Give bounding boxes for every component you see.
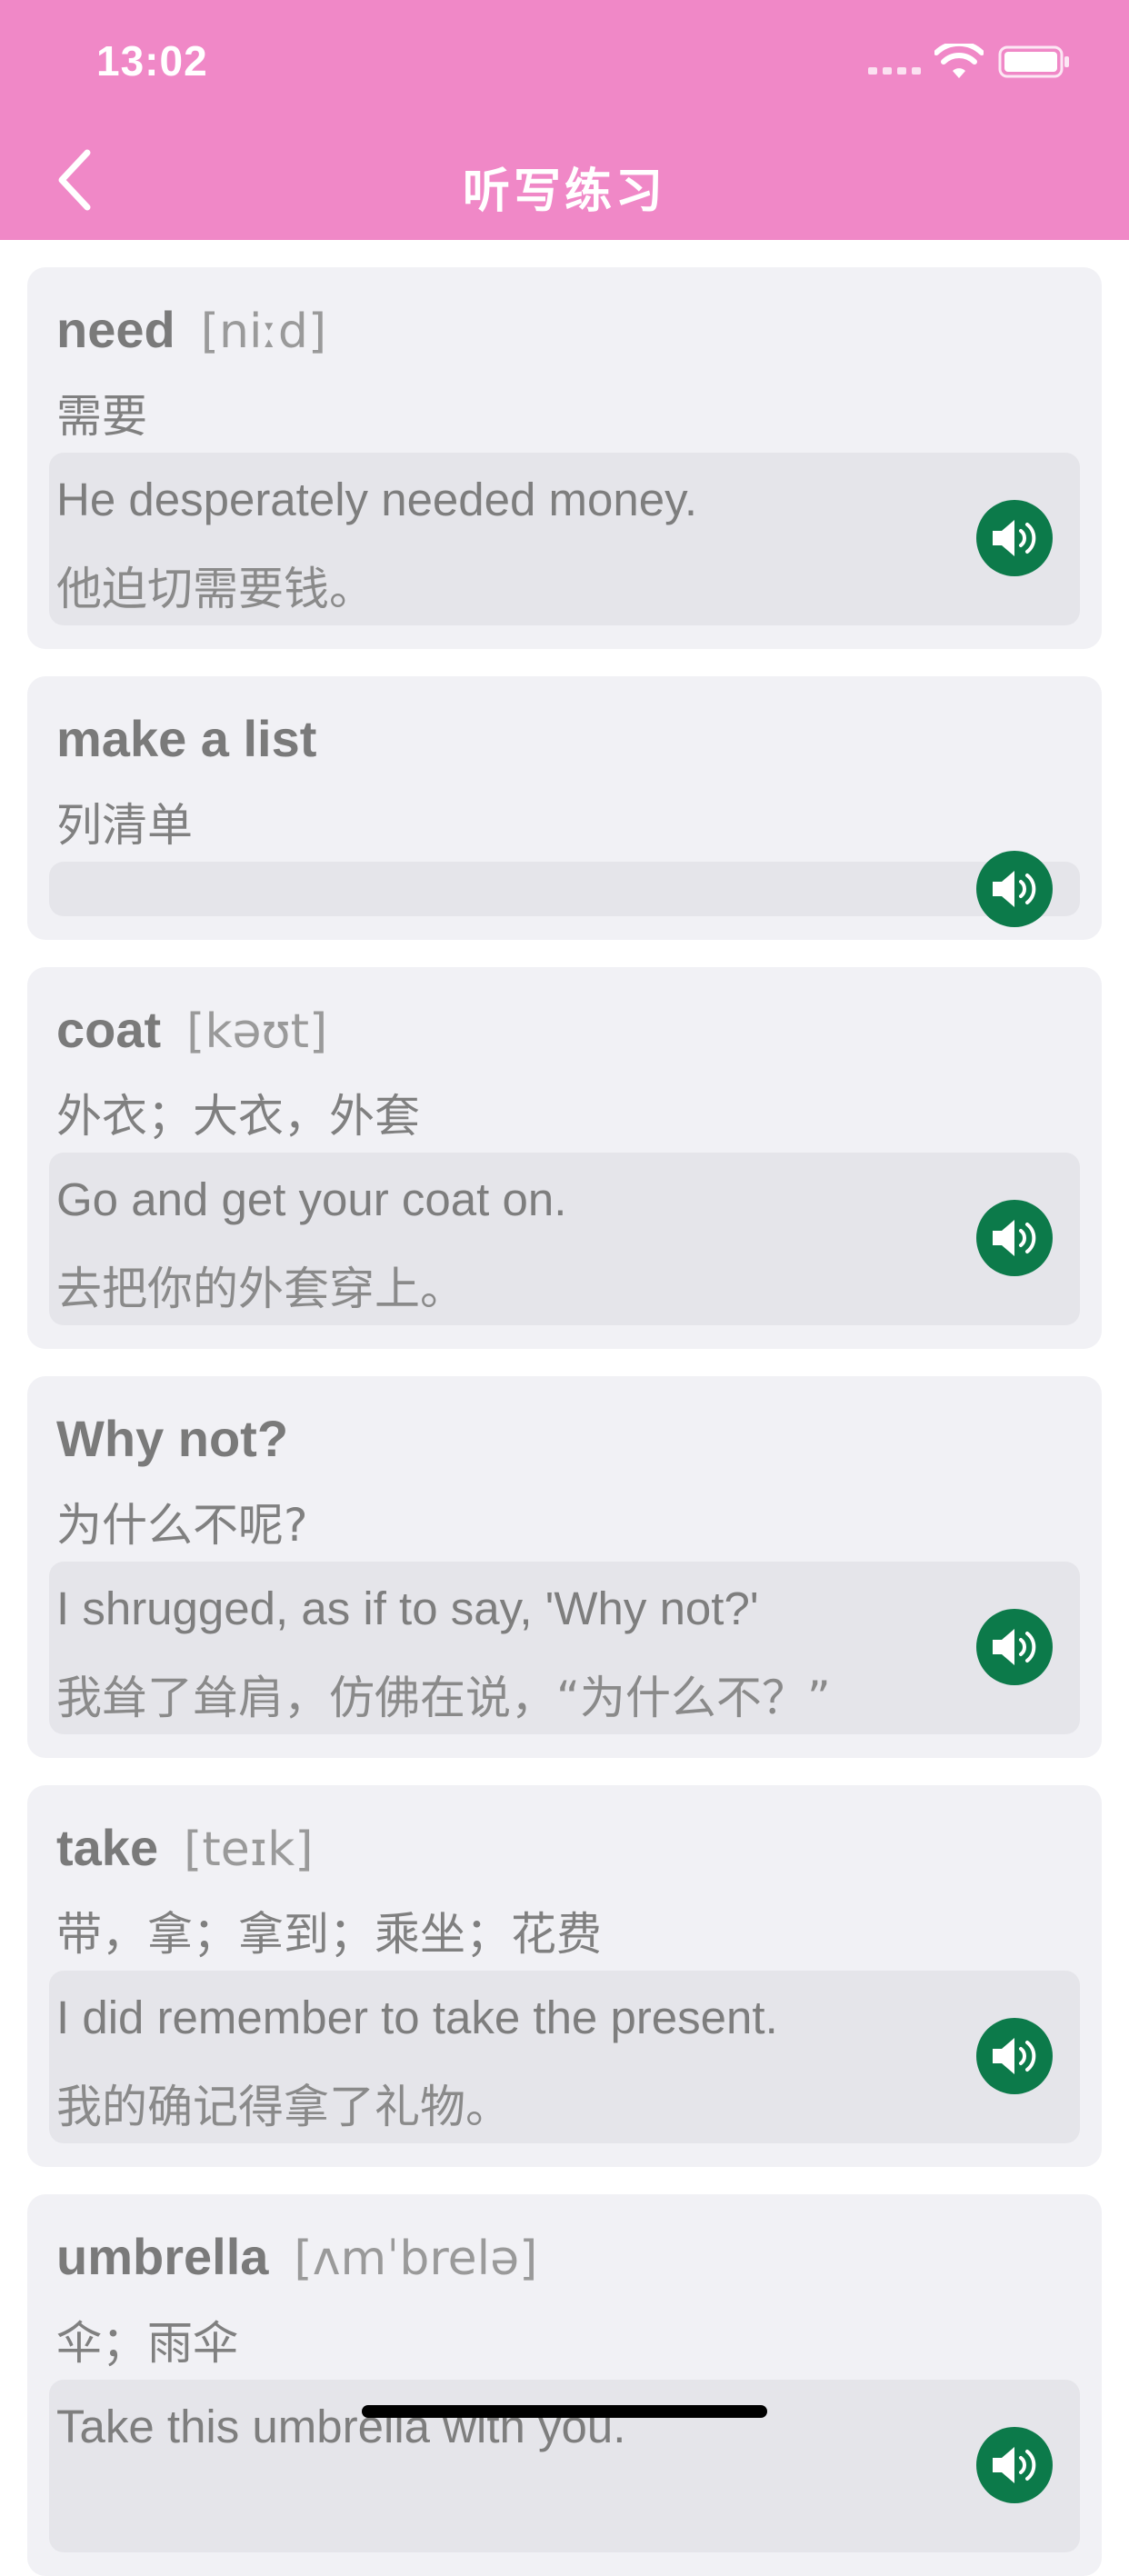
battery-icon (998, 45, 1069, 78)
word-line: take [teɪk] (56, 1818, 313, 1877)
word-card[interactable]: need [niːd] 需要 He desperately needed mon… (27, 267, 1102, 649)
example-chinese: 我耸了耸肩，仿佛在说，“为什么不？” (56, 1672, 831, 1724)
speaker-icon (993, 520, 1036, 556)
speaker-icon (993, 2447, 1036, 2483)
word-text: umbrella (56, 2228, 269, 2285)
play-audio-button[interactable] (976, 851, 1053, 927)
word-text: need (56, 301, 175, 358)
speaker-icon (993, 1629, 1036, 1665)
header-bar: 13:02 听写练习 (0, 0, 1129, 240)
word-meaning: 外衣；大衣，外套 (56, 1090, 420, 1143)
play-audio-button[interactable] (976, 1200, 1053, 1276)
word-meaning: 为什么不呢? (56, 1499, 308, 1552)
word-line: Why not? (56, 1409, 288, 1468)
example-english: I did remember to take the present. (56, 1992, 778, 2043)
phonetic-text: [niːd] (200, 305, 327, 359)
phonetic-text: [teɪk] (184, 1822, 314, 1877)
play-audio-button[interactable] (976, 500, 1053, 576)
play-audio-button[interactable] (976, 2018, 1053, 2094)
speaker-icon (993, 871, 1036, 907)
phonetic-text: [ʌmˈbrelə] (294, 2232, 538, 2286)
wifi-icon (934, 44, 984, 78)
home-indicator[interactable] (362, 2405, 767, 2418)
status-time: 13:02 (96, 37, 208, 85)
word-text: take (56, 1819, 159, 1876)
example-box (49, 862, 1080, 916)
word-text: Why not? (56, 1410, 289, 1467)
example-box: I shrugged, as if to say, 'Why not?' 我耸了… (49, 1562, 1080, 1734)
word-card[interactable]: take [teɪk] 带，拿；拿到；乘坐；花费 I did remember … (27, 1785, 1102, 2167)
word-meaning: 伞；雨伞 (56, 2317, 238, 2370)
word-card[interactable]: make a list 列清单 (27, 676, 1102, 940)
word-card[interactable]: umbrella [ʌmˈbrelə] 伞；雨伞 Take this umbre… (27, 2194, 1102, 2576)
page-title: 听写练习 (462, 165, 666, 218)
example-box: I did remember to take the present. 我的确记… (49, 1971, 1080, 2143)
word-line: make a list (56, 709, 316, 768)
phonetic-text: [kəʊt] (186, 1004, 328, 1059)
example-english: He desperately needed money. (56, 474, 698, 525)
play-audio-button[interactable] (976, 2427, 1053, 2503)
example-chinese: 他迫切需要钱。 (56, 563, 375, 615)
example-english: I shrugged, as if to say, 'Why not?' (56, 1583, 759, 1634)
example-english: Go and get your coat on. (56, 1173, 567, 1225)
example-chinese: 我的确记得拿了礼物。 (56, 2081, 511, 2133)
example-chinese: 去把你的外套穿上。 (56, 1263, 465, 1315)
word-line: need [niːd] (56, 300, 326, 359)
play-audio-button[interactable] (976, 1609, 1053, 1685)
word-text: coat (56, 1001, 162, 1058)
example-box: He desperately needed money. 他迫切需要钱。 (49, 453, 1080, 625)
speaker-icon (993, 2038, 1036, 2074)
word-line: coat [kəʊt] (56, 1000, 327, 1059)
speaker-icon (993, 1220, 1036, 1256)
example-box: Go and get your coat on. 去把你的外套穿上。 (49, 1153, 1080, 1325)
word-meaning: 带，拿；拿到；乘坐；花费 (56, 1908, 602, 1961)
word-meaning: 需要 (56, 390, 147, 443)
cellular-signal-icon (868, 67, 921, 75)
word-text: make a list (56, 710, 317, 767)
word-line: umbrella [ʌmˈbrelə] (56, 2227, 537, 2286)
word-meaning: 列清单 (56, 799, 193, 852)
word-card[interactable]: Why not? 为什么不呢? I shrugged, as if to say… (27, 1376, 1102, 1758)
word-card[interactable]: coat [kəʊt] 外衣；大衣，外套 Go and get your coa… (27, 967, 1102, 1349)
